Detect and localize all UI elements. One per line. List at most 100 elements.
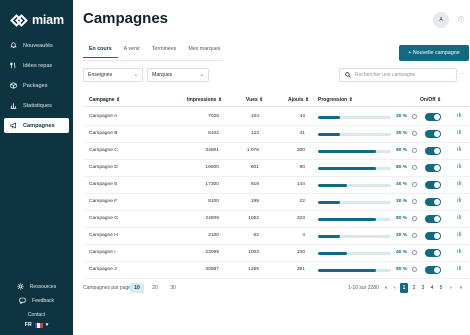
- per-page-label: Campagnes par page: [83, 285, 132, 291]
- sidebar-item-label: Nouveautés: [23, 42, 53, 49]
- sidebar-item-label: Packages: [23, 82, 48, 89]
- column-header-progression[interactable]: Progression ⇕: [318, 97, 353, 103]
- table-row[interactable]: Campagne G 24809 1062 323 80 % ılı: [83, 211, 470, 228]
- table-row[interactable]: Campagne B 8102 123 41 30 % ılı: [83, 126, 470, 143]
- campaign-name[interactable]: Campagne E: [89, 182, 118, 187]
- previous-page-button[interactable]: ‹: [391, 283, 399, 293]
- search-icon: [345, 72, 351, 78]
- avatar[interactable]: A: [433, 12, 449, 28]
- progress-bar: [318, 167, 391, 170]
- tab-mes-marques[interactable]: Mes marques: [182, 46, 226, 58]
- progress-percent: 30 %: [396, 233, 408, 238]
- stats-icon[interactable]: ılı: [457, 266, 462, 272]
- table-row[interactable]: Campagne F 9100 199 22 30 % ılı: [83, 194, 470, 211]
- sidebar-item-statistiques[interactable]: Statistiques: [4, 98, 69, 113]
- on-off-toggle[interactable]: [425, 266, 441, 274]
- campaign-name[interactable]: Campagne J: [89, 267, 117, 272]
- impressions-value: 16500: [205, 165, 219, 170]
- info-icon[interactable]: ⓘ: [458, 15, 464, 24]
- stats-icon[interactable]: ılı: [457, 147, 462, 153]
- on-off-toggle[interactable]: [425, 147, 441, 155]
- on-off-toggle[interactable]: [425, 113, 441, 121]
- column-header-campagne[interactable]: Campagne ⇕: [89, 97, 120, 103]
- utensils-icon: [10, 62, 16, 69]
- stats-icon[interactable]: ılı: [457, 215, 462, 221]
- tab-en-cours[interactable]: En cours: [83, 46, 118, 58]
- table-row[interactable]: Campagne E 17300 919 144 40 % ılı: [83, 177, 470, 194]
- tab-terminees[interactable]: Terminées: [146, 46, 182, 58]
- campaign-name[interactable]: Campagne I: [89, 250, 116, 255]
- more-options-icon[interactable]: ···: [459, 71, 465, 77]
- table-row[interactable]: Campagne J 30987 1269 391 80 % ılı: [83, 262, 470, 279]
- column-header-ajouts[interactable]: Ajouts ⇕: [288, 97, 309, 103]
- page-button[interactable]: 3: [419, 283, 427, 293]
- campaign-name[interactable]: Campagne D: [89, 165, 118, 170]
- table-row[interactable]: Campagne H 2100 62 4 30 % ılı: [83, 228, 470, 245]
- tab-a-venir[interactable]: A venir: [118, 46, 146, 58]
- sidebar-item-label: Statistiques: [23, 102, 52, 109]
- last-page-button[interactable]: »: [457, 283, 465, 293]
- on-off-toggle[interactable]: [425, 198, 441, 206]
- on-off-toggle[interactable]: [425, 215, 441, 223]
- stats-icon[interactable]: ılı: [457, 232, 462, 238]
- brand-select[interactable]: Marques ⌄: [147, 68, 209, 82]
- table-row[interactable]: Campagne A 7026 104 44 30 % ılı: [83, 109, 470, 126]
- column-header-onoff[interactable]: On/Off ⇕: [420, 97, 441, 103]
- on-off-toggle[interactable]: [425, 181, 441, 189]
- column-header-impressions[interactable]: Impressions ⇕: [187, 97, 222, 103]
- logo[interactable]: miam: [10, 12, 64, 28]
- chevron-down-icon: ▾: [45, 322, 49, 328]
- search-input[interactable]: Rechercher une campagne: [339, 68, 457, 82]
- sidebar-item-packages[interactable]: Packages: [4, 78, 69, 93]
- page-button[interactable]: 2: [410, 283, 418, 293]
- impressions-value: 24809: [205, 216, 219, 221]
- sidebar-item-campagnes[interactable]: Campagnes: [4, 118, 69, 133]
- stats-icon[interactable]: ılı: [457, 113, 462, 119]
- campaign-name[interactable]: Campagne C: [89, 148, 118, 153]
- per-page-option[interactable]: 20: [148, 283, 162, 293]
- page-button[interactable]: 5: [437, 283, 445, 293]
- new-campaign-button[interactable]: + Nouvelle campagne: [399, 45, 469, 61]
- sidebar-item-ressources[interactable]: Ressources: [4, 279, 69, 294]
- next-page-button[interactable]: ›: [447, 283, 455, 293]
- campaign-name[interactable]: Campagne G: [89, 216, 118, 221]
- page-button[interactable]: 1: [400, 283, 408, 293]
- sidebar-item-nouveautes[interactable]: Nouveautés: [4, 38, 69, 53]
- first-page-button[interactable]: «: [382, 283, 390, 293]
- progress-bar: [318, 116, 391, 119]
- per-page-option[interactable]: 30: [166, 283, 180, 293]
- stats-icon[interactable]: ılı: [457, 130, 462, 136]
- stats-icon[interactable]: ılı: [457, 249, 462, 255]
- campaign-name[interactable]: Campagne F: [89, 199, 117, 204]
- sidebar-item-idees-repas[interactable]: Idées repas: [4, 58, 69, 73]
- flag-france-icon: [34, 322, 43, 328]
- column-header-vues[interactable]: Vues ⇕: [246, 97, 263, 103]
- sidebar-item-feedback[interactable]: Feedback: [4, 293, 69, 308]
- page-title: Campagnes: [83, 10, 169, 27]
- on-off-toggle[interactable]: [425, 164, 441, 172]
- store-select[interactable]: Enseignes ⌄: [83, 68, 143, 82]
- progress-bar: [318, 235, 391, 238]
- per-page-option[interactable]: 10: [130, 283, 144, 293]
- campaign-name[interactable]: Campagne H: [89, 233, 118, 238]
- page-button[interactable]: 4: [428, 283, 436, 293]
- on-off-toggle[interactable]: [425, 232, 441, 240]
- campaign-name[interactable]: Campagne A: [89, 114, 117, 119]
- language-selector[interactable]: FR ▾: [0, 322, 73, 328]
- tabs-divider: [83, 60, 223, 61]
- views-value: 1.076: [246, 148, 259, 153]
- on-off-toggle[interactable]: [425, 130, 441, 138]
- progress-bar: [318, 201, 391, 204]
- table-row[interactable]: Campagne D 16500 601 90 80 % ılı: [83, 160, 470, 177]
- stats-icon[interactable]: ılı: [457, 181, 462, 187]
- clock-icon: [412, 114, 417, 119]
- stats-icon[interactable]: ılı: [457, 198, 462, 204]
- campaign-name[interactable]: Campagne B: [89, 131, 118, 136]
- table-row[interactable]: Campagne I 23099 1003 100 40 % ılı: [83, 245, 470, 262]
- table-row[interactable]: Campagne C 34801 1.076 300 80 % ılı: [83, 143, 470, 160]
- sidebar-item-contact[interactable]: Contact: [4, 307, 69, 322]
- logo-text: miam: [32, 13, 64, 27]
- brand-select-value: Marques: [152, 72, 173, 78]
- stats-icon[interactable]: ılı: [457, 164, 462, 170]
- on-off-toggle[interactable]: [425, 249, 441, 257]
